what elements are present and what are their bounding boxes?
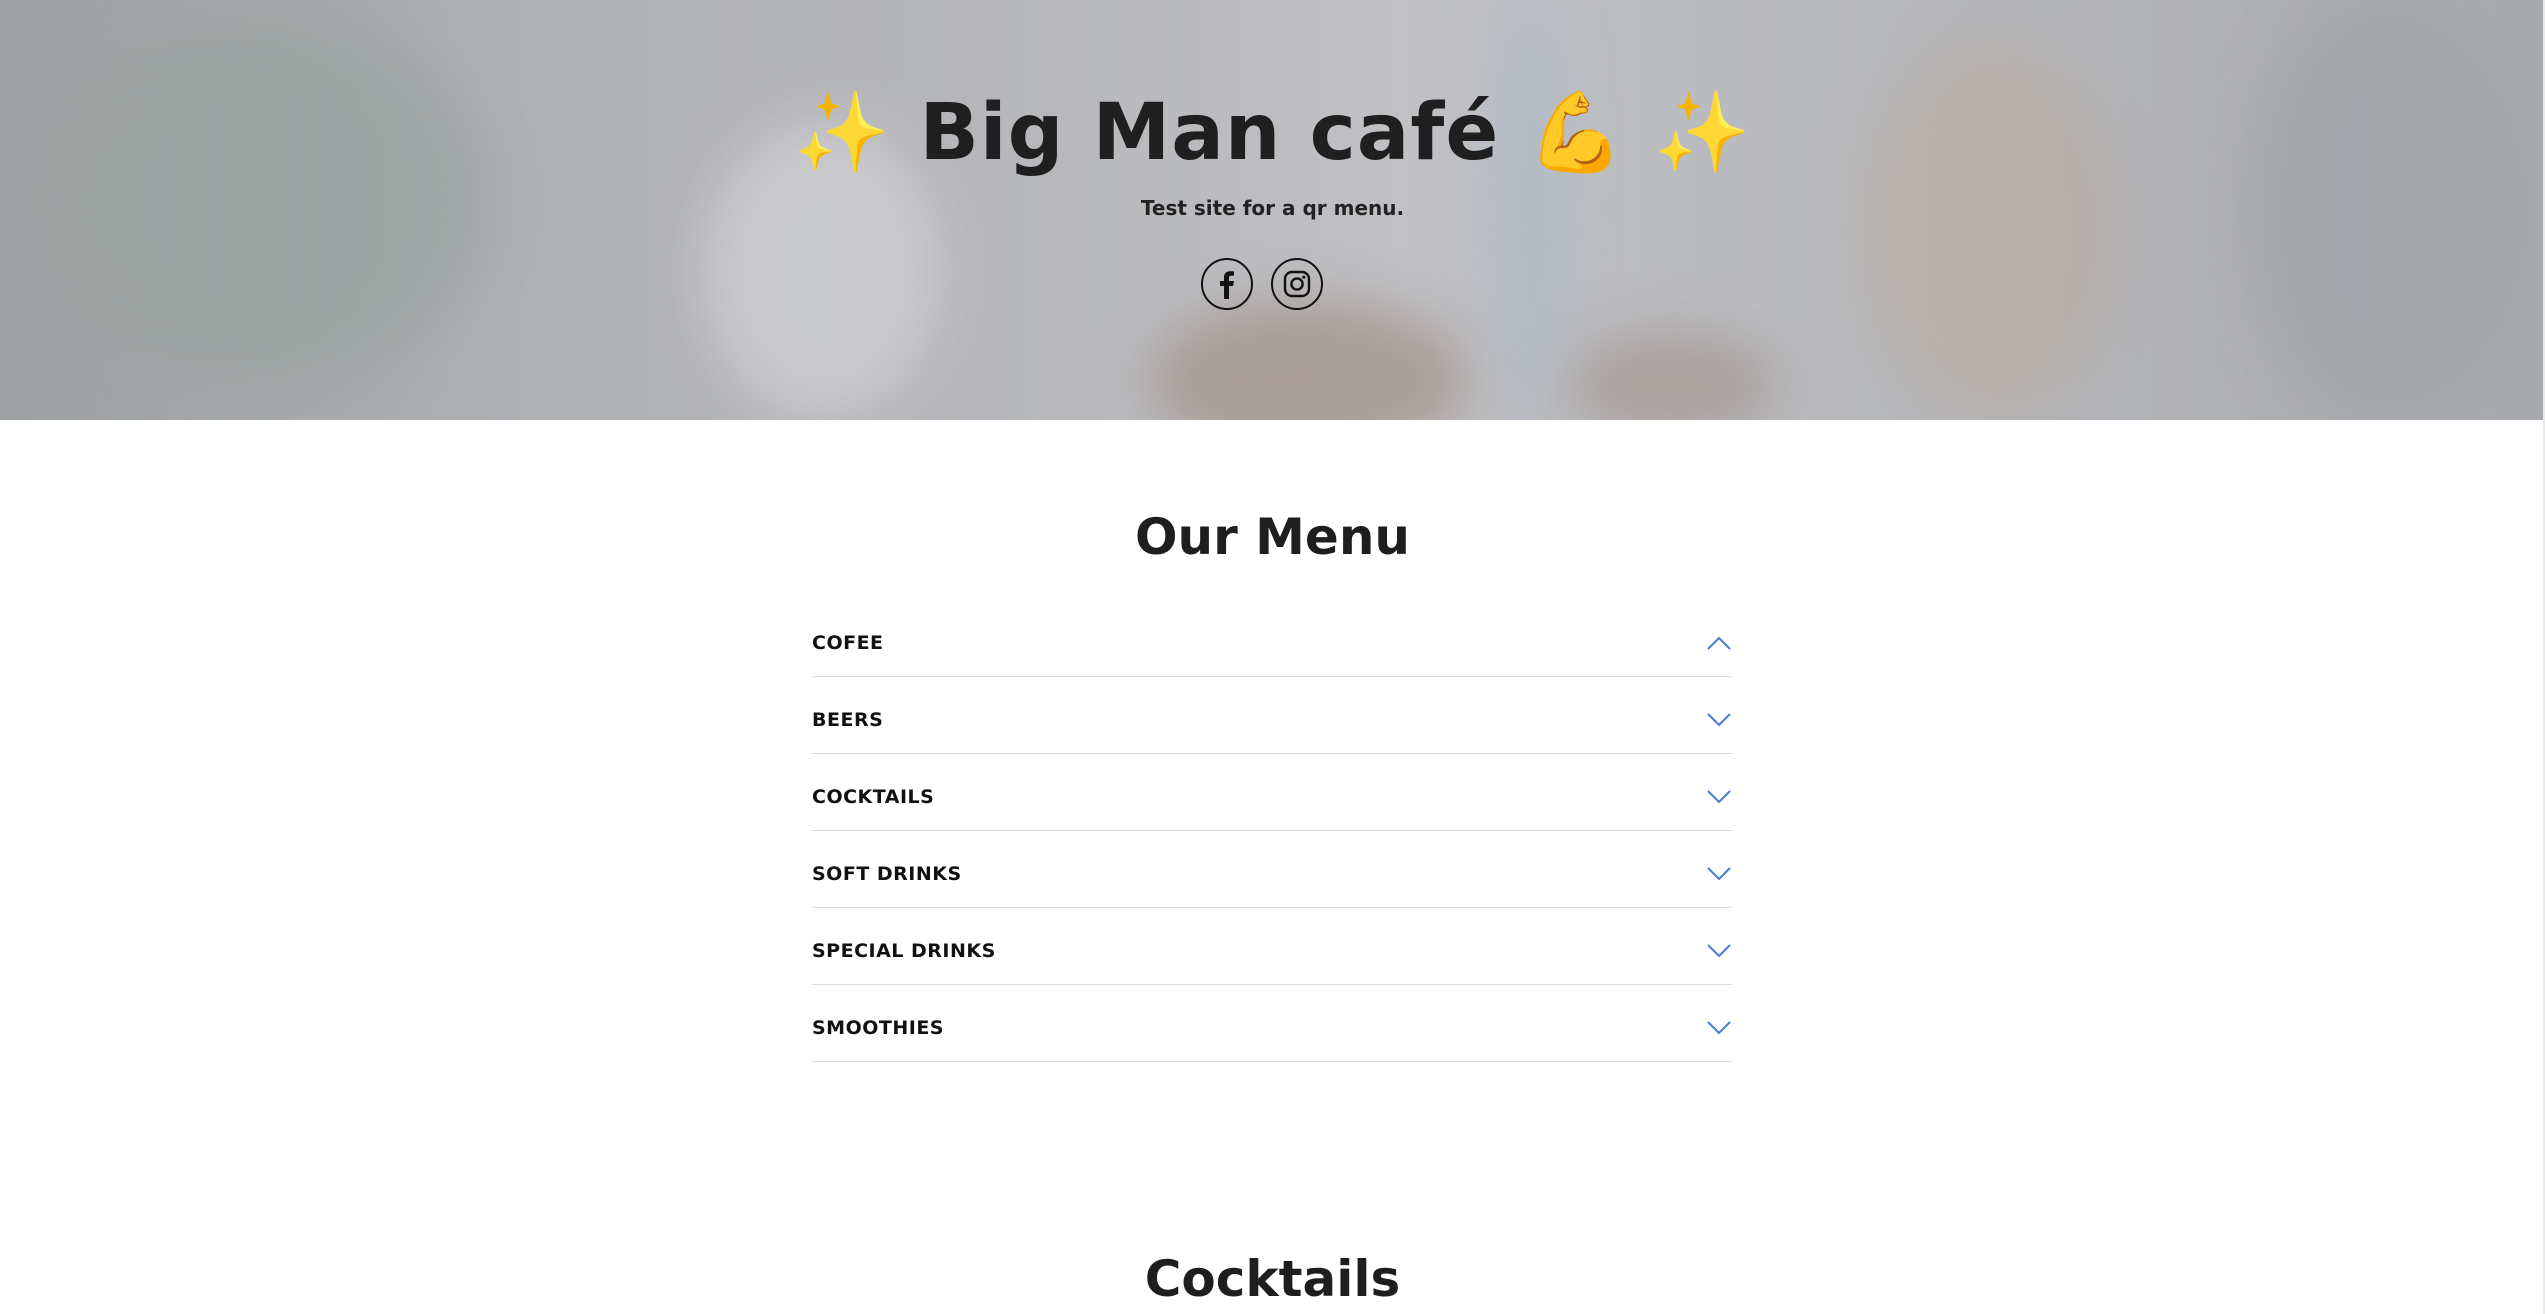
accordion-label: SOFT DRINKS [812, 863, 962, 885]
chevron-down-icon[interactable] [1706, 789, 1732, 805]
accordion-label: BEERS [812, 709, 884, 731]
accordion-item-soft-drinks[interactable]: SOFT DRINKS [812, 831, 1732, 908]
chevron-down-icon[interactable] [1706, 866, 1732, 882]
chevron-up-icon[interactable] [1706, 635, 1732, 651]
site-title: ✨ Big Man café 💪 ✨ [793, 88, 1752, 178]
facebook-link[interactable] [1201, 258, 1253, 310]
accordion-item-cocktails[interactable]: COCKTAILS [812, 754, 1732, 831]
social-links [1201, 258, 1323, 310]
chevron-down-icon[interactable] [1706, 943, 1732, 959]
menu-heading: Our Menu [1134, 508, 1411, 566]
accordion-label: SMOOTHIES [812, 1017, 944, 1039]
accordion-item-smoothies[interactable]: SMOOTHIES [812, 985, 1732, 1062]
accordion-item-special-drinks[interactable]: SPECIAL DRINKS [812, 908, 1732, 985]
site-subtitle: Test site for a qr menu. [1140, 196, 1405, 220]
accordion-label: SPECIAL DRINKS [812, 940, 996, 962]
cocktails-heading: Cocktails [1144, 1250, 1401, 1308]
menu-accordion: COFEE BEERS COCKTAILS SOFT DRINKS SPECIA… [812, 600, 1732, 1062]
hero-banner: ✨ Big Man café 💪 ✨ Test site for a qr me… [0, 0, 2545, 420]
accordion-label: COCKTAILS [812, 786, 935, 808]
accordion-item-beers[interactable]: BEERS [812, 677, 1732, 754]
instagram-icon [1283, 270, 1311, 298]
chevron-down-icon[interactable] [1706, 712, 1732, 728]
facebook-icon [1220, 271, 1234, 299]
accordion-item-cofee[interactable]: COFEE [812, 600, 1732, 677]
chevron-down-icon[interactable] [1706, 1020, 1732, 1036]
accordion-label: COFEE [812, 632, 884, 654]
instagram-link[interactable] [1271, 258, 1323, 310]
